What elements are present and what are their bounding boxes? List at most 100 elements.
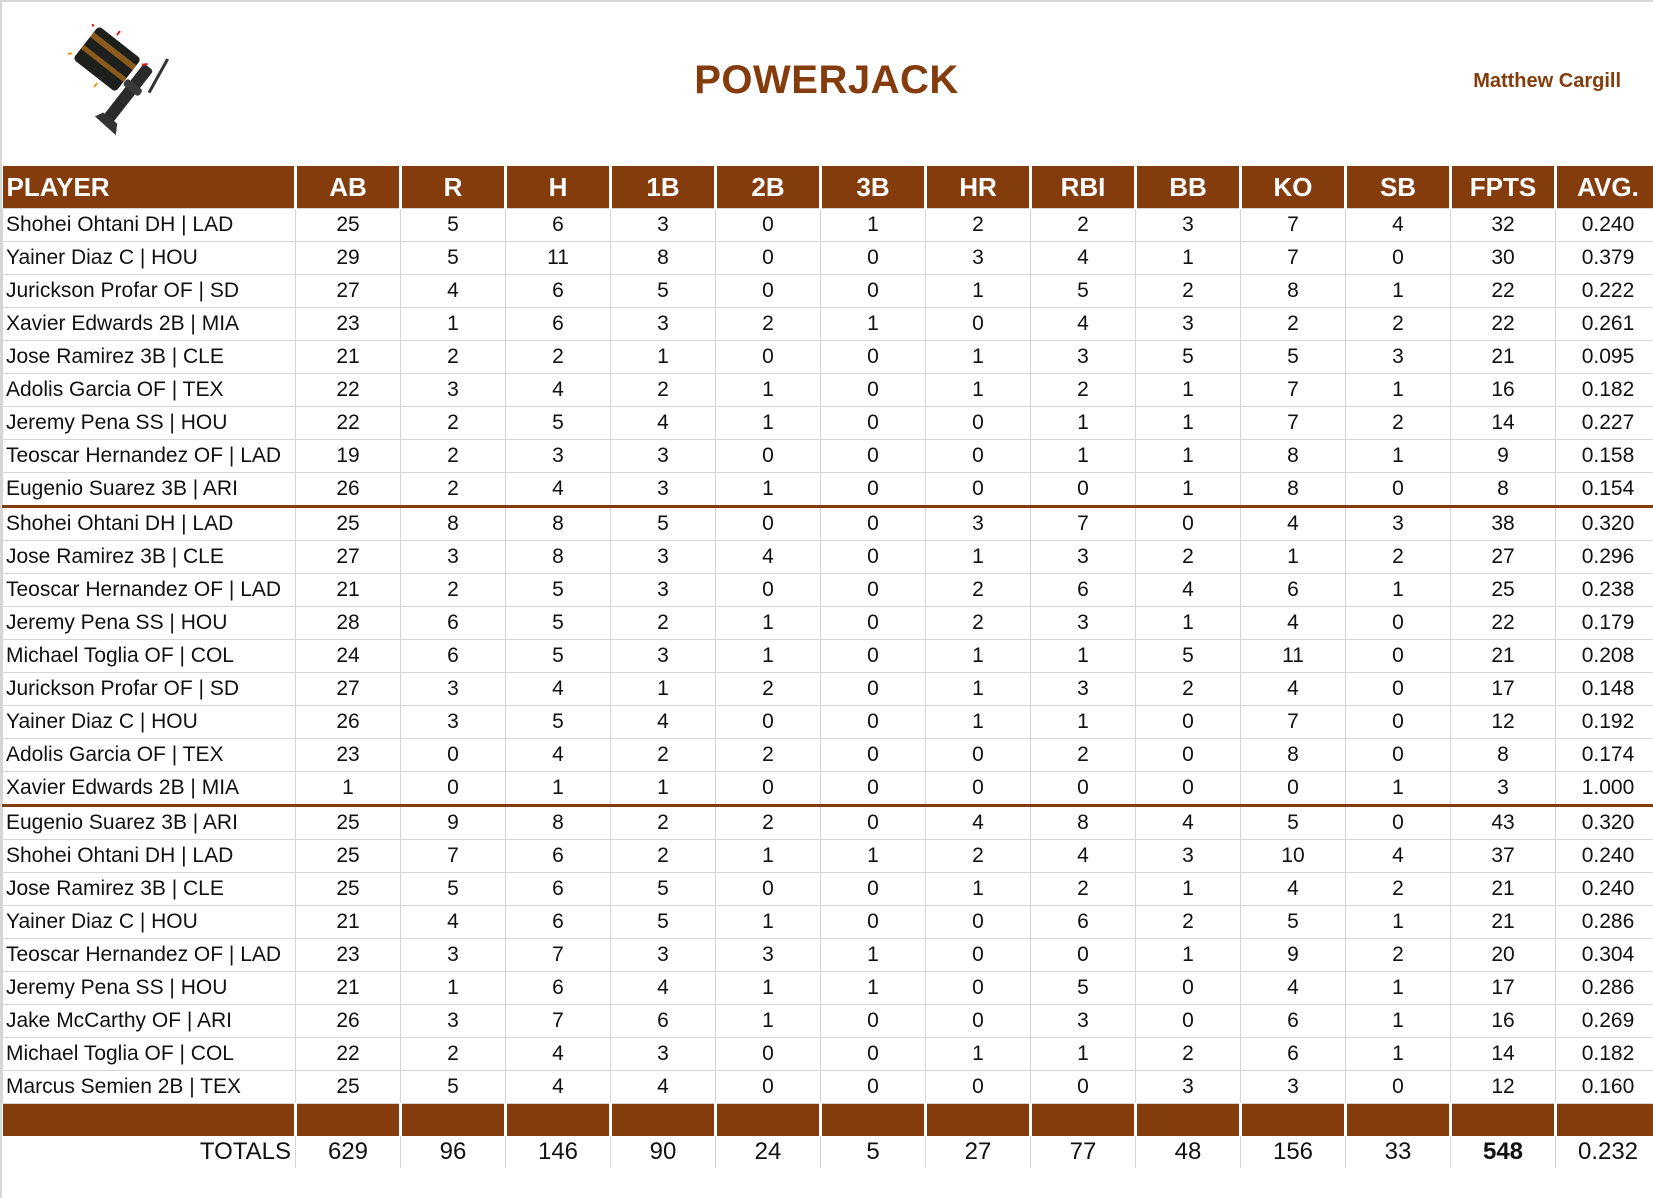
stat-cell-avg: 0.304 — [1555, 938, 1653, 972]
stat-cell-bb: 1 — [1135, 606, 1241, 640]
stat-cell-hr: 0 — [925, 1004, 1031, 1038]
stat-cell-fpts: 17 — [1450, 672, 1556, 706]
totals-label: TOTALS — [2, 1136, 296, 1168]
stat-cell-bb: 1 — [1135, 472, 1241, 508]
stat-cell-1b: 2 — [610, 373, 716, 407]
stat-cell-1b: 5 — [610, 506, 716, 541]
stat-cell-ab: 22 — [295, 406, 401, 440]
stat-cell-avg: 0.179 — [1555, 606, 1653, 640]
stat-cell-rbi: 4 — [1030, 839, 1136, 873]
header-row: PLAYER AB R H 1B 2B 3B HR RBI BB KO SB FPTS AVG. — [2, 166, 1653, 209]
stat-cell-r: 0 — [400, 738, 506, 772]
stat-cell-1b: 5 — [610, 274, 716, 308]
table-row: Yainer Diaz C | HOU 29 5 11 8 0 0 3 4 1 7 0 30 0.379 — [2, 241, 1653, 275]
stat-cell-r: 5 — [400, 241, 506, 275]
stat-cell-r: 3 — [400, 540, 506, 574]
stat-cell-r: 2 — [400, 340, 506, 374]
stat-cell-3b: 0 — [820, 472, 926, 508]
stat-cell-1b: 5 — [610, 905, 716, 939]
player-name-cell: Adolis Garcia OF | TEX — [2, 738, 296, 772]
stat-cell-r: 6 — [400, 606, 506, 640]
stat-cell-hr: 1 — [925, 872, 1031, 906]
stat-cell-fpts: 32 — [1450, 208, 1556, 242]
column-header-player: PLAYER — [2, 166, 297, 209]
stat-cell-1b: 1 — [610, 771, 716, 807]
stat-cell-2b: 2 — [715, 805, 821, 840]
band-cell — [1449, 1103, 1557, 1136]
player-name-cell: Teoscar Hernandez OF | LAD — [2, 439, 296, 473]
stat-cell-hr: 3 — [925, 506, 1031, 541]
stat-cell-r: 4 — [400, 274, 506, 308]
stat-cell-bb: 2 — [1135, 540, 1241, 574]
table-row: Jeremy Pena SS | HOU 28 6 5 2 1 0 2 3 1 4 0 22 0.179 — [2, 606, 1653, 640]
stat-cell-h: 6 — [505, 208, 611, 242]
stat-cell-2b: 0 — [715, 340, 821, 374]
stat-cell-fpts: 27 — [1450, 540, 1556, 574]
stat-cell-ko: 9 — [1240, 938, 1346, 972]
stat-cell-3b: 0 — [820, 905, 926, 939]
table-row: Shohei Ohtani DH | LAD 25 7 6 2 1 1 2 4 3 10 4 37 0.2… — [2, 839, 1653, 873]
stat-cell-2b: 1 — [715, 839, 821, 873]
stat-cell-bb: 0 — [1135, 705, 1241, 739]
stat-cell-hr: 2 — [925, 606, 1031, 640]
stat-cell-avg: 0.095 — [1555, 340, 1653, 374]
table-row: Jose Ramirez 3B | CLE 25 5 6 5 0 0 1 2 1 4 2 21 0.240 — [2, 872, 1653, 906]
column-header-bb: BB — [1134, 166, 1242, 209]
stat-cell-ko: 4 — [1240, 971, 1346, 1005]
stat-cell-1b: 2 — [610, 839, 716, 873]
stat-cell-ab: 21 — [295, 573, 401, 607]
stat-cell-h: 6 — [505, 839, 611, 873]
stat-cell-avg: 0.154 — [1555, 472, 1653, 508]
total-cell-2b: 24 — [715, 1136, 821, 1168]
stat-cell-bb: 4 — [1135, 573, 1241, 607]
stat-cell-rbi: 0 — [1030, 472, 1136, 508]
stat-cell-hr: 0 — [925, 771, 1031, 807]
stat-cell-h: 5 — [505, 639, 611, 673]
player-name-cell: Marcus Semien 2B | TEX — [2, 1070, 296, 1104]
stat-cell-avg: 0.240 — [1555, 208, 1653, 242]
band-cell — [294, 1103, 402, 1136]
column-header-fpts: FPTS — [1449, 166, 1557, 209]
stat-cell-fpts: 20 — [1450, 938, 1556, 972]
stat-cell-h: 6 — [505, 274, 611, 308]
stat-cell-2b: 0 — [715, 705, 821, 739]
stat-cell-fpts: 8 — [1450, 738, 1556, 772]
stat-cell-rbi: 1 — [1030, 439, 1136, 473]
stat-cell-sb: 1 — [1345, 1037, 1451, 1071]
stat-cell-2b: 1 — [715, 905, 821, 939]
table-row: Teoscar Hernandez OF | LAD 23 3 7 3 3 1 0 0 1 9 2 20… — [2, 938, 1653, 972]
stat-cell-ko: 2 — [1240, 307, 1346, 341]
stat-cell-3b: 0 — [820, 606, 926, 640]
stat-cell-2b: 0 — [715, 506, 821, 541]
total-cell-sb: 33 — [1345, 1136, 1451, 1168]
stat-cell-bb: 0 — [1135, 506, 1241, 541]
stat-cell-2b: 0 — [715, 872, 821, 906]
stat-cell-avg: 0.222 — [1555, 274, 1653, 308]
stat-cell-sb: 1 — [1345, 274, 1451, 308]
stat-cell-r: 3 — [400, 373, 506, 407]
stat-cell-sb: 2 — [1345, 938, 1451, 972]
stat-cell-r: 1 — [400, 971, 506, 1005]
total-cell-r: 96 — [400, 1136, 506, 1168]
stat-cell-ab: 25 — [295, 506, 401, 541]
stat-cell-rbi: 0 — [1030, 771, 1136, 807]
stat-cell-h: 8 — [505, 540, 611, 574]
band-cell — [1554, 1103, 1653, 1136]
stat-cell-hr: 1 — [925, 373, 1031, 407]
stat-cell-fpts: 21 — [1450, 905, 1556, 939]
stat-cell-h: 6 — [505, 872, 611, 906]
stat-cell-fpts: 16 — [1450, 373, 1556, 407]
stat-cell-r: 2 — [400, 1037, 506, 1071]
stat-cell-sb: 1 — [1345, 1004, 1451, 1038]
stat-cell-avg: 0.261 — [1555, 307, 1653, 341]
player-name-cell: Michael Toglia OF | COL — [2, 1037, 296, 1071]
stat-cell-avg: 1.000 — [1555, 771, 1653, 807]
stat-cell-2b: 1 — [715, 971, 821, 1005]
stat-cell-ko: 7 — [1240, 705, 1346, 739]
stat-cell-hr: 0 — [925, 406, 1031, 440]
table-row: Eugenio Suarez 3B | ARI 25 9 8 2 2 0 4 8 4 5 0 43 0.3… — [2, 805, 1653, 840]
stat-cell-avg: 0.158 — [1555, 439, 1653, 473]
stat-cell-avg: 0.208 — [1555, 639, 1653, 673]
stat-cell-h: 4 — [505, 1070, 611, 1104]
stat-cell-sb: 2 — [1345, 406, 1451, 440]
